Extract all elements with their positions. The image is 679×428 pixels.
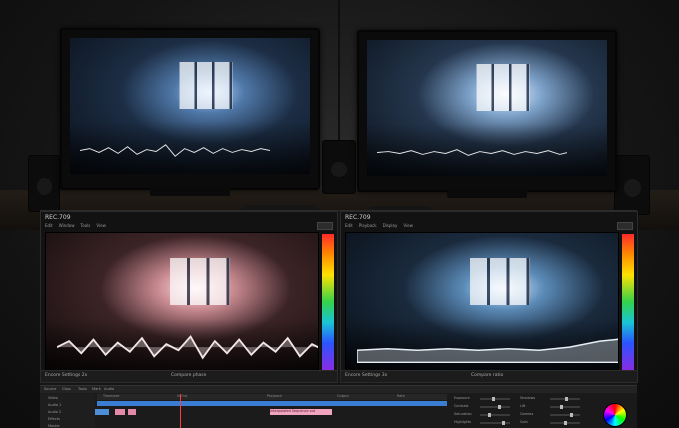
- monitor-right: [357, 30, 617, 192]
- video-clip-bar[interactable]: [97, 401, 447, 406]
- tab-clips[interactable]: Clips: [62, 387, 71, 391]
- video-viewer[interactable]: [45, 232, 319, 372]
- panel-title: REC.709: [345, 214, 371, 221]
- window-glow: [179, 62, 233, 109]
- panel-options-button[interactable]: [617, 222, 633, 230]
- panel-menu: Edit Playback Display View: [345, 223, 413, 231]
- clip[interactable]: [115, 409, 125, 415]
- speaker-center: [322, 140, 356, 194]
- menu-item-window[interactable]: Window: [59, 223, 75, 231]
- speaker-left: [28, 155, 60, 212]
- control-label: Shadows: [520, 396, 536, 400]
- editor-workspace: REC.709 Edit Window Tools View Encore Se…: [40, 210, 638, 428]
- window-glow: [170, 257, 230, 305]
- track-label[interactable]: Master: [48, 424, 60, 428]
- control-label: Gamma: [520, 412, 534, 416]
- playhead[interactable]: [180, 394, 181, 428]
- slider[interactable]: [550, 405, 580, 409]
- menu-item-playback[interactable]: Playback: [359, 223, 377, 231]
- menu-item-edit[interactable]: Edit: [45, 223, 53, 231]
- timeline-panel: Source Clips Tools Mark Audio Video Audi…: [40, 385, 637, 428]
- control-label: Lift: [520, 404, 526, 408]
- footer-mode: Compare ratio: [471, 373, 504, 378]
- timeline-ruler[interactable]: Timecode In Out Playback Output Rate: [97, 394, 447, 400]
- control-label: Gain: [520, 420, 528, 424]
- control-label: Highlights: [454, 420, 472, 424]
- audio-waveform: [56, 335, 318, 360]
- menu-item-view[interactable]: View: [96, 223, 106, 231]
- footer-mode: Compare phase: [171, 373, 207, 378]
- window-glow: [470, 257, 530, 305]
- track-label[interactable]: Effects: [48, 417, 60, 421]
- audio-waveform: [79, 144, 270, 158]
- panel-title: REC.709: [45, 214, 71, 221]
- monitor-left: [60, 28, 320, 190]
- menu-item-edit[interactable]: Edit: [345, 223, 353, 231]
- ruler-label: Timecode: [103, 394, 120, 398]
- menu-item-tools[interactable]: Tools: [81, 223, 91, 231]
- tab-mark[interactable]: Mark: [92, 387, 101, 391]
- ruler-label: In Out: [177, 394, 188, 398]
- audio-waveform: [356, 338, 618, 363]
- clip[interactable]: [95, 409, 109, 415]
- track-label[interactable]: Audio 1: [48, 403, 61, 407]
- clip-interpolated[interactable]: Interpolated Sequence out: [270, 409, 332, 415]
- editing-suite-scene: REC.709 Edit Window Tools View Encore Se…: [0, 0, 679, 428]
- slider[interactable]: [550, 413, 580, 417]
- viewer-panel-left: REC.709 Edit Window Tools View Encore Se…: [40, 211, 338, 383]
- clip[interactable]: [128, 409, 136, 415]
- monitor-right-stand: [447, 188, 527, 198]
- panel-menu: Edit Window Tools View: [45, 223, 106, 231]
- ruler-label: Rate: [397, 394, 405, 398]
- video-viewer[interactable]: [345, 232, 619, 372]
- tab-source[interactable]: Source: [44, 387, 56, 391]
- speaker-right: [614, 155, 650, 215]
- slider[interactable]: [550, 397, 580, 401]
- slider[interactable]: [480, 397, 510, 401]
- slider[interactable]: [550, 421, 580, 425]
- monitor-left-stand: [150, 186, 230, 196]
- slider[interactable]: [480, 413, 510, 417]
- monitor-right-screen: [367, 40, 607, 176]
- track-list: Video Audio 1 Audio 2 Effects Master: [40, 394, 95, 428]
- window-glow: [476, 64, 530, 111]
- color-controls: Exposure Contrast Saturation Highlights …: [450, 394, 637, 428]
- tab-tools[interactable]: Tools: [78, 387, 87, 391]
- control-label: Exposure: [454, 396, 470, 400]
- control-label: Contrast: [454, 404, 469, 408]
- monitor-left-screen: [70, 38, 310, 174]
- panel-footer: Encore Settings 2x Compare phase: [41, 370, 337, 382]
- slider[interactable]: [480, 421, 510, 425]
- tab-audio[interactable]: Audio: [104, 387, 114, 391]
- ruler-label: Output: [337, 394, 349, 398]
- footer-status: Encore Settings 3x: [345, 373, 388, 378]
- track-label[interactable]: Audio 2: [48, 410, 61, 414]
- menu-item-view[interactable]: View: [403, 223, 413, 231]
- footer-status: Encore Settings 2x: [45, 373, 88, 378]
- panel-options-button[interactable]: [317, 222, 333, 230]
- ruler-label: Playback: [267, 394, 283, 398]
- panel-footer: Encore Settings 3x Compare ratio: [341, 370, 637, 382]
- color-scope-bar: [322, 234, 334, 370]
- menu-item-display[interactable]: Display: [383, 223, 398, 231]
- track-label[interactable]: Video: [48, 396, 58, 400]
- audio-waveform: [376, 149, 567, 157]
- color-scope-bar: [622, 234, 634, 370]
- slider[interactable]: [480, 405, 510, 409]
- viewer-panel-right: REC.709 Edit Playback Display View Encor…: [340, 211, 638, 383]
- color-wheel[interactable]: [603, 403, 627, 427]
- timeline-header: Source Clips Tools Mark Audio: [40, 386, 637, 393]
- control-label: Saturation: [454, 412, 472, 416]
